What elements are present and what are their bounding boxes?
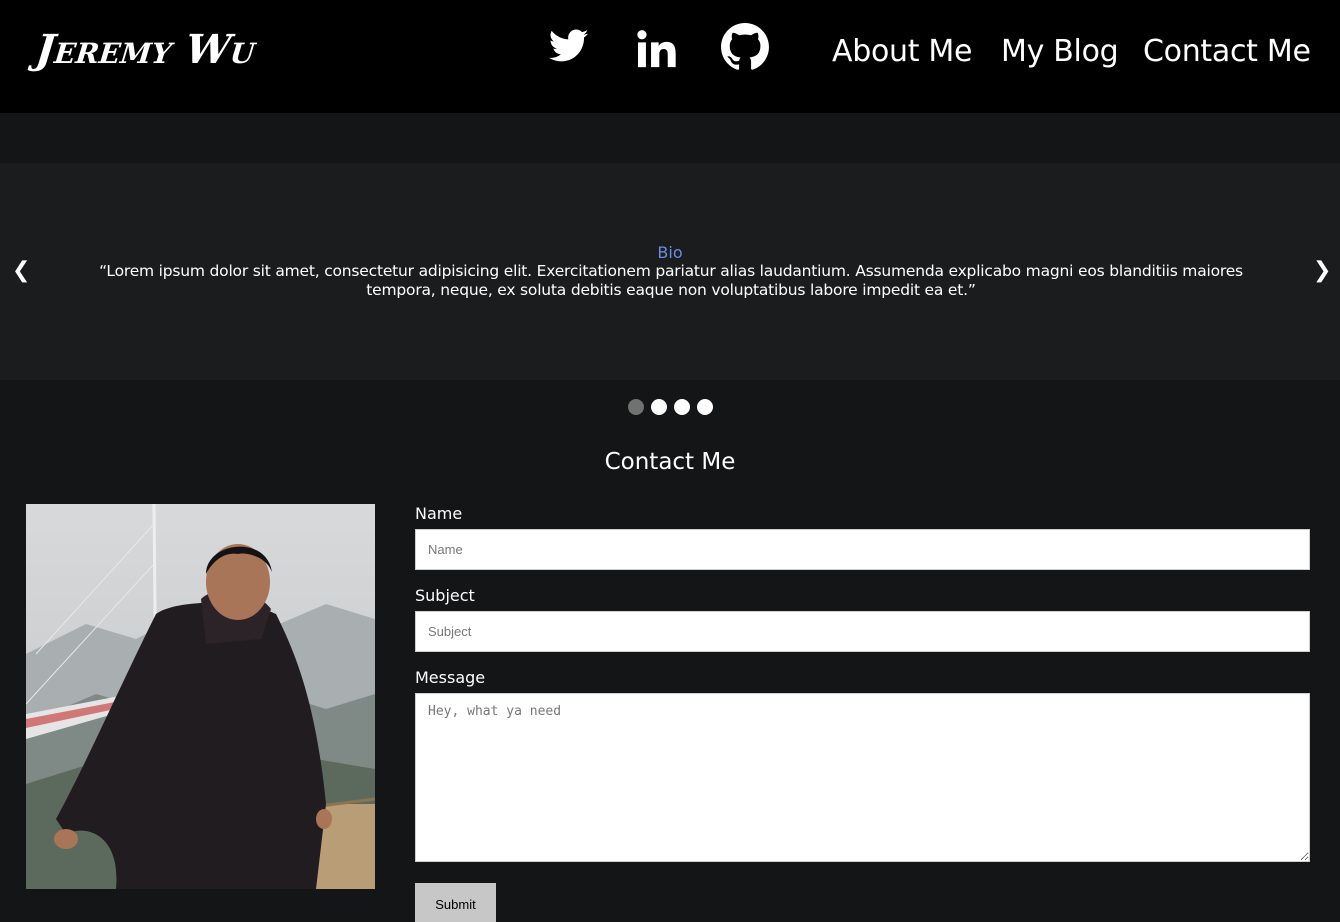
carousel-dot-3[interactable] [674,399,690,415]
linkedin-icon [637,30,676,68]
carousel-next-button[interactable]: ❯ [1313,258,1331,283]
message-textarea[interactable] [415,693,1310,862]
submit-button[interactable]: Submit [415,883,496,922]
github-link[interactable] [720,22,770,82]
carousel-dot-1[interactable] [628,399,644,415]
profile-photo-image [26,504,375,889]
linkedin-link[interactable] [637,30,677,90]
twitter-icon [549,29,589,62]
slide-title: Bio [657,243,683,262]
contact-heading: Contact Me [604,449,736,475]
name-label: Name [415,504,463,523]
carousel-dot-2[interactable] [651,399,667,415]
site-header: Jeremy Wu About Me My Blog Contact Me [0,0,1340,113]
bio-carousel: ❮ Bio “Lorem ipsum dolor sit amet, conse… [0,163,1340,380]
twitter-link[interactable] [549,28,589,88]
carousel-dot-4[interactable] [697,399,713,415]
profile-photo [26,504,375,889]
subject-label: Subject [415,586,475,605]
slide-text: “Lorem ipsum dolor sit amet, consectetur… [99,262,1243,299]
github-icon [721,23,769,70]
nav-about-me[interactable]: About Me [832,34,972,69]
message-label: Message [415,668,486,687]
name-input[interactable] [415,529,1310,570]
site-logo[interactable]: Jeremy Wu [34,26,258,73]
nav-contact-me[interactable]: Contact Me [1143,34,1311,69]
nav-my-blog[interactable]: My Blog [1001,34,1119,69]
subject-input[interactable] [415,611,1310,652]
